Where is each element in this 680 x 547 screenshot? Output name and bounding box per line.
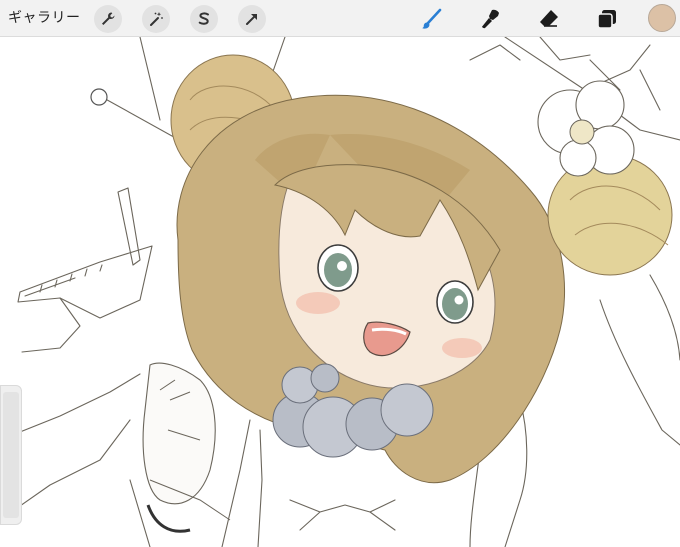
magic-wand-icon — [150, 12, 163, 26]
layers-tool[interactable] — [592, 4, 622, 34]
transform-button[interactable] — [238, 5, 266, 33]
selection-button[interactable] — [190, 5, 218, 33]
transform-arrow-icon — [246, 14, 257, 25]
gallery-button[interactable]: ギャラリー — [8, 8, 81, 28]
wrench-icon — [102, 12, 115, 25]
eraser-icon — [540, 10, 558, 27]
adjustments-button[interactable] — [142, 5, 170, 33]
brush-size-slider[interactable] — [3, 392, 19, 518]
top-toolbar: ギャラリー — [0, 0, 680, 37]
color-swatch[interactable] — [648, 4, 676, 32]
actions-button[interactable] — [94, 5, 122, 33]
brush-tool[interactable] — [417, 4, 447, 34]
brush-size-panel — [0, 385, 22, 525]
selection-icon — [198, 12, 209, 25]
smudge-tool[interactable] — [476, 4, 506, 34]
character-illustration — [0, 37, 680, 547]
brush-icon — [422, 8, 442, 29]
drawing-canvas[interactable] — [0, 37, 680, 547]
smudge-icon — [482, 9, 499, 29]
layers-icon — [597, 10, 616, 29]
eraser-tool[interactable] — [534, 4, 564, 34]
